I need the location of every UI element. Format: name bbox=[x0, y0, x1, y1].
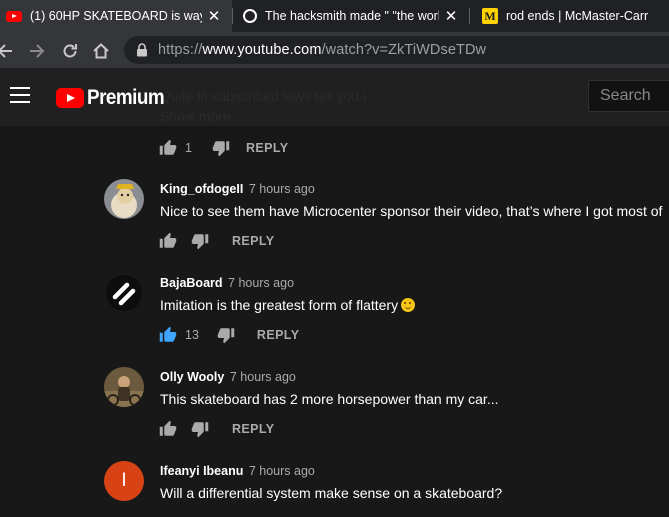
avatar[interactable] bbox=[104, 273, 144, 313]
tab-youtube-video[interactable]: (1) 60HP SKATEBOARD is way too ✕ bbox=[0, 0, 232, 32]
mcmaster-icon: M bbox=[482, 8, 498, 24]
like-icon[interactable] bbox=[159, 139, 177, 157]
reply-button[interactable]: REPLY bbox=[257, 328, 300, 342]
url-host: www.youtube.com bbox=[202, 42, 322, 58]
author-name[interactable]: King_ofdogeII bbox=[160, 182, 243, 196]
like-icon[interactable] bbox=[159, 420, 177, 438]
dislike-icon[interactable] bbox=[212, 139, 230, 157]
avatar-letter: I bbox=[121, 470, 127, 491]
comment-actions: REPLY bbox=[159, 417, 275, 441]
like-icon[interactable] bbox=[159, 232, 177, 250]
author-name[interactable]: Olly Wooly bbox=[160, 370, 224, 384]
author-name[interactable]: BajaBoard bbox=[160, 276, 223, 290]
forward-button[interactable] bbox=[26, 40, 48, 62]
menu-bar bbox=[10, 101, 30, 103]
menu-bar bbox=[10, 87, 30, 89]
url-text: https://www.youtube.com/watch?v=ZkTiWDse… bbox=[158, 42, 486, 58]
back-arrow-icon bbox=[0, 44, 12, 58]
comment-text-line: Imitation is the greatest form of flatte… bbox=[160, 297, 416, 313]
comment-text: Nice to see them have Microcenter sponso… bbox=[160, 203, 663, 219]
comment-actions: 1 REPLY bbox=[159, 136, 288, 160]
logo-text: Premium bbox=[87, 86, 165, 109]
home-icon bbox=[93, 43, 109, 59]
lock-icon bbox=[136, 43, 150, 57]
tab-mcmaster[interactable]: M rod ends | McMaster-Carr bbox=[470, 0, 669, 32]
ghost-line: Quite lit subscribed laws tell you i bbox=[160, 88, 367, 104]
comment-header: Olly Wooly 7 hours ago bbox=[160, 370, 296, 384]
reload-button[interactable] bbox=[59, 40, 81, 62]
hamburger-menu-button[interactable] bbox=[10, 87, 30, 105]
comment-text: This skateboard has 2 more horsepower th… bbox=[160, 391, 499, 407]
search-input[interactable] bbox=[600, 87, 669, 105]
avatar[interactable] bbox=[104, 179, 144, 219]
tab-title: The hacksmith made " "the world bbox=[265, 9, 439, 23]
timestamp[interactable]: 7 hours ago bbox=[228, 276, 294, 290]
search-box[interactable] bbox=[588, 80, 669, 112]
close-icon[interactable]: ✕ bbox=[206, 7, 222, 25]
reply-button[interactable]: REPLY bbox=[246, 141, 289, 155]
forward-arrow-icon bbox=[30, 44, 45, 58]
youtube-play-icon bbox=[56, 88, 84, 108]
comment-text: Imitation is the greatest form of flatte… bbox=[160, 297, 399, 313]
address-bar[interactable]: https://www.youtube.com/watch?v=ZkTiWDse… bbox=[124, 36, 669, 64]
reload-icon bbox=[63, 44, 77, 58]
tab-title: rod ends | McMaster-Carr bbox=[506, 9, 649, 23]
comment-header: BajaBoard 7 hours ago bbox=[160, 276, 294, 290]
back-button[interactable] bbox=[0, 40, 16, 62]
dislike-icon[interactable] bbox=[191, 232, 209, 250]
dislike-icon[interactable] bbox=[217, 326, 235, 344]
github-icon bbox=[243, 9, 257, 23]
author-name[interactable]: Ifeanyi Ibeanu bbox=[160, 464, 243, 478]
dislike-icon[interactable] bbox=[191, 420, 209, 438]
comment-text: Will a differential system make sense on… bbox=[160, 485, 503, 501]
tab-hacksmith[interactable]: The hacksmith made " "the world ✕ bbox=[233, 0, 469, 32]
comment-actions: REPLY bbox=[159, 229, 275, 253]
timestamp[interactable]: 7 hours ago bbox=[230, 370, 296, 384]
browser-toolbar: https://www.youtube.com/watch?v=ZkTiWDse… bbox=[0, 32, 669, 68]
comment-thread: King_ofdogeII 7 hours ago Nice to see th… bbox=[0, 179, 669, 259]
menu-bar bbox=[10, 94, 30, 96]
youtube-premium-logo[interactable]: Premium bbox=[56, 86, 173, 110]
reply-button[interactable]: REPLY bbox=[232, 422, 275, 436]
browser-tab-strip: (1) 60HP SKATEBOARD is way too ✕ The hac… bbox=[0, 0, 669, 32]
home-button[interactable] bbox=[90, 40, 112, 62]
like-icon[interactable] bbox=[159, 326, 177, 344]
tab-title: (1) 60HP SKATEBOARD is way too bbox=[30, 9, 202, 23]
comment-thread: I Ifeanyi Ibeanu 7 hours ago Will a diff… bbox=[0, 461, 669, 517]
like-count: 13 bbox=[185, 328, 199, 342]
comment-actions: 13 REPLY bbox=[159, 323, 299, 347]
close-icon[interactable]: ✕ bbox=[443, 7, 459, 25]
avatar[interactable] bbox=[104, 367, 144, 407]
like-count: 1 bbox=[185, 141, 192, 155]
timestamp[interactable]: 7 hours ago bbox=[249, 182, 315, 196]
timestamp[interactable]: 7 hours ago bbox=[249, 464, 315, 478]
youtube-icon bbox=[6, 10, 22, 22]
winking-face-emoji bbox=[401, 298, 416, 312]
scrolled-comment-text: Quite lit subscribed laws tell you i Sho… bbox=[160, 86, 366, 126]
url-scheme: https:// bbox=[158, 42, 203, 58]
comment-thread: Olly Wooly 7 hours ago This skateboard h… bbox=[0, 367, 669, 447]
youtube-masthead: Quite lit subscribed laws tell you i Sho… bbox=[0, 68, 669, 126]
ghost-line: Show more bbox=[160, 108, 231, 124]
reply-button[interactable]: REPLY bbox=[232, 234, 275, 248]
avatar[interactable]: I bbox=[104, 461, 144, 501]
comment-header: Ifeanyi Ibeanu 7 hours ago bbox=[160, 464, 315, 478]
comment-header: King_ofdogeII 7 hours ago bbox=[160, 182, 315, 196]
url-path: /watch?v=ZkTiWDseTDw bbox=[321, 42, 487, 58]
comment-thread: BajaBoard 7 hours ago Imitation is the g… bbox=[0, 273, 669, 353]
